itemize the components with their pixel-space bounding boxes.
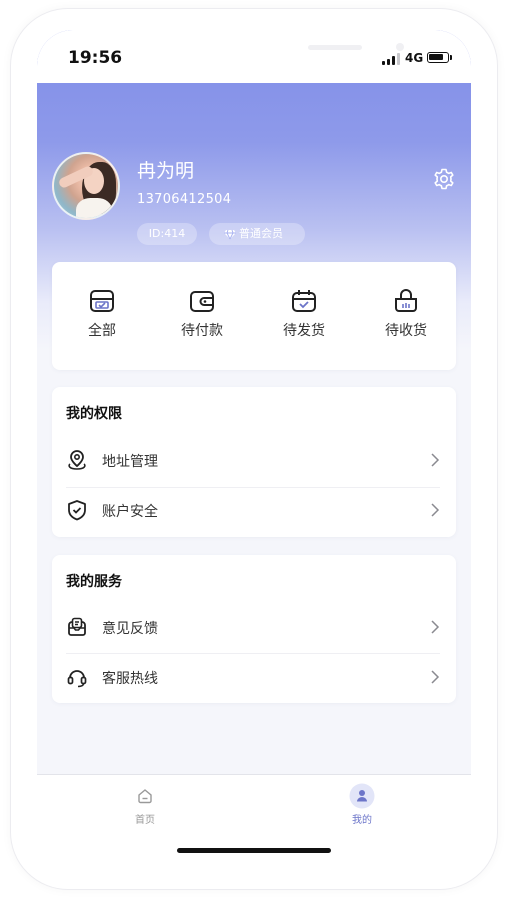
order-pending-receipt[interactable]: 待收货 [370, 288, 442, 340]
location-pin-icon [68, 450, 86, 470]
services-title: 我的服务 [66, 574, 122, 590]
home-icon [138, 789, 152, 804]
battery-cap [450, 55, 452, 60]
bottom-tab-bar: 首页 我的 [37, 774, 471, 858]
chevron-right-icon [431, 453, 440, 467]
shield-check-icon [68, 500, 86, 521]
order-pending-payment[interactable]: 待付款 [166, 288, 238, 340]
calendar-check-icon [292, 290, 316, 312]
tab-mine-label: 我的 [352, 815, 372, 826]
tab-mine[interactable]: 我的 [332, 783, 392, 826]
customer-hotline-label: 客服热线 [102, 671, 158, 687]
chevron-right-icon [431, 503, 440, 517]
home-indicator [177, 848, 331, 853]
user-id-badge: ID:414 [137, 223, 197, 245]
user-icon [349, 783, 375, 809]
chevron-right-icon [431, 670, 440, 684]
camera [396, 43, 404, 51]
address-management-label: 地址管理 [102, 454, 158, 470]
avatar[interactable] [52, 152, 120, 220]
order-pending-shipment-label: 待发货 [283, 323, 325, 339]
order-pending-receipt-label: 待收货 [385, 323, 427, 339]
headset-icon [67, 670, 87, 688]
settings-gear-icon[interactable] [432, 167, 456, 191]
member-level-badge: 普通会员 [209, 223, 305, 245]
network-type: 4G [405, 51, 424, 65]
chevron-right-icon [431, 620, 440, 634]
user-phone: 13706412504 [137, 192, 232, 207]
account-security-row[interactable]: 账户安全 [66, 485, 442, 535]
tab-home-label: 首页 [135, 815, 155, 826]
shopping-bag-icon [395, 289, 417, 312]
permissions-card: 我的权限 地址管理 账户安全 [52, 387, 456, 537]
member-level-label: 普通会员 [239, 227, 283, 240]
order-all[interactable]: 全部 [66, 288, 138, 340]
feedback-label: 意见反馈 [102, 621, 158, 637]
diamond-icon [224, 229, 236, 240]
wallet-icon [190, 291, 214, 312]
feedback-icon [68, 617, 86, 636]
status-bar: 19:56 4G [37, 30, 471, 83]
all-orders-icon [90, 290, 114, 312]
status-time: 19:56 [68, 48, 123, 68]
notch [130, 30, 404, 70]
address-management-row[interactable]: 地址管理 [66, 435, 442, 485]
orders-card: 全部 待付款 待发货 待收货 [52, 262, 456, 370]
tab-home[interactable]: 首页 [115, 783, 175, 826]
account-security-label: 账户安全 [102, 504, 158, 520]
app-screen: 19:56 4G 冉为明 13706412504 ID:414 普通会员 全部 … [37, 30, 471, 858]
speaker [308, 45, 362, 50]
permissions-title: 我的权限 [66, 406, 122, 422]
order-pending-payment-label: 待付款 [181, 323, 223, 339]
feedback-row[interactable]: 意见反馈 [66, 602, 442, 652]
battery-icon [427, 52, 449, 63]
signal-icon [382, 53, 404, 65]
user-name: 冉为明 [137, 160, 195, 182]
services-card: 我的服务 意见反馈 客服热线 [52, 555, 456, 703]
order-pending-shipment[interactable]: 待发货 [268, 288, 340, 340]
order-all-label: 全部 [88, 323, 116, 339]
customer-hotline-row[interactable]: 客服热线 [66, 652, 442, 702]
